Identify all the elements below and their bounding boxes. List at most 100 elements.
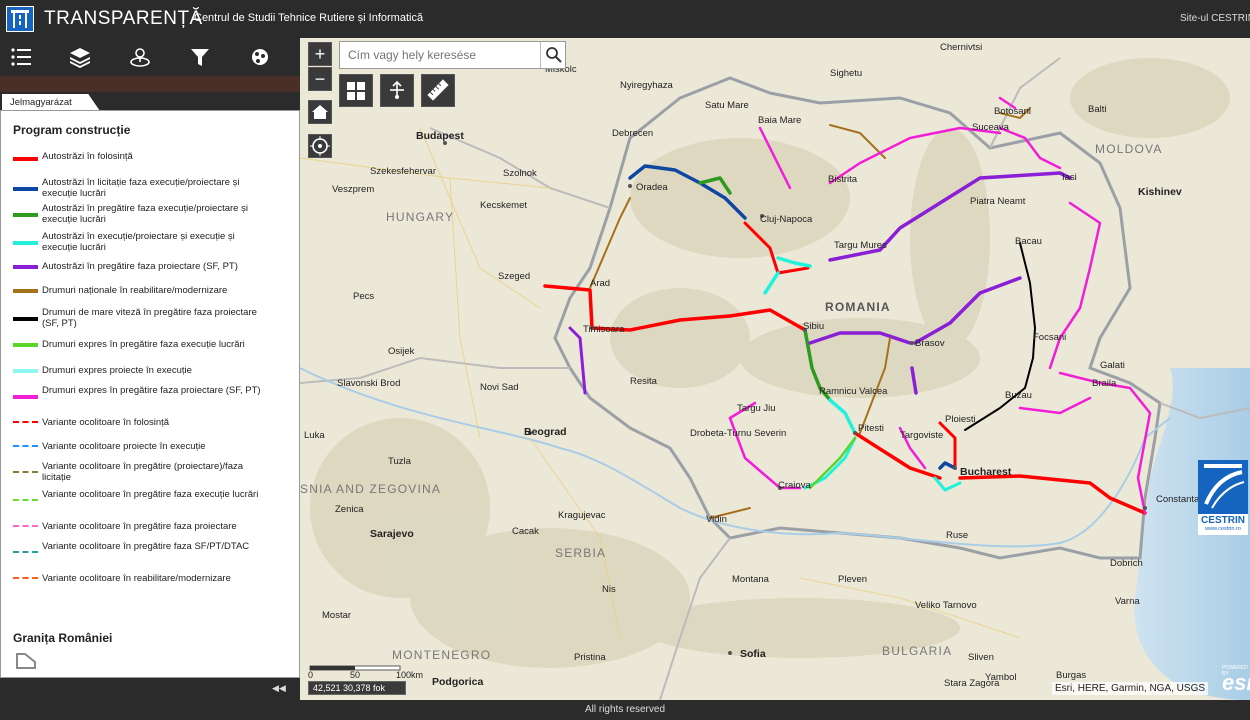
basemap-location-icon[interactable] xyxy=(126,44,154,70)
city-label: Budapest xyxy=(416,130,464,142)
side-panel: Jelmagyarázat Program construcție Autost… xyxy=(0,38,300,700)
search-input[interactable] xyxy=(340,42,540,68)
road-bucharest-south[interactable] xyxy=(933,476,962,492)
city-label: Suceava xyxy=(972,122,1009,133)
search-button[interactable] xyxy=(540,42,566,68)
city-label: Oradea xyxy=(636,182,668,193)
legend-swatch xyxy=(13,289,38,293)
city-label: Podgorica xyxy=(432,676,484,688)
city-label: Sighetu xyxy=(830,68,863,79)
home-button[interactable] xyxy=(308,100,332,124)
org-title: Centrul de Studii Tehnice Rutiere și Inf… xyxy=(194,12,424,24)
zoom-in-button[interactable]: + xyxy=(308,42,332,66)
panel-collapse-bar: ◀◀ xyxy=(0,678,300,700)
legend-list-icon[interactable] xyxy=(8,44,36,70)
country-label: ROMANIA xyxy=(825,300,891,314)
legend-label: Drumuri expres în pregătire faza proiect… xyxy=(42,385,261,396)
panel-divider xyxy=(0,76,300,92)
city-label: Cluj-Napoca xyxy=(760,214,813,225)
layers-icon[interactable] xyxy=(66,44,94,70)
city-label: Sarajevo xyxy=(370,528,414,540)
legend-swatch xyxy=(13,187,38,191)
site-link[interactable]: Site-ul CESTRIN xyxy=(1180,13,1250,24)
road-a1-valcea[interactable] xyxy=(828,398,857,435)
city-label: Cacak xyxy=(512,526,539,537)
legend-label: Drumuri naționale în reabilitare/moderni… xyxy=(42,285,228,296)
country-label: BULGARIA xyxy=(882,644,953,658)
road-dn-north[interactable] xyxy=(829,124,886,159)
legend-label: Variante ocolitoare în pregătire (proiec… xyxy=(42,461,244,483)
top-bar: TRANSPARENȚĂ Centrul de Studii Tehnice R… xyxy=(0,0,1250,38)
locate-icon xyxy=(310,136,330,156)
city-label: Kecskemet xyxy=(480,200,527,211)
city-label: Bucharest xyxy=(960,466,1012,478)
city-label: Tuzla xyxy=(388,456,411,467)
city-label: Balti xyxy=(1088,104,1107,115)
city-label: Targu Jiu xyxy=(737,403,776,414)
city-label: Varna xyxy=(1115,596,1140,607)
city-label: Focsani xyxy=(1033,332,1067,343)
city-label: Szekesfehervar xyxy=(370,166,437,177)
city-label: Targoviste xyxy=(900,430,944,441)
city-label: Craiova xyxy=(778,480,811,491)
city-label: Zenica xyxy=(335,504,364,515)
road-a3-mures[interactable] xyxy=(776,256,812,268)
legend-label: Autostrăzi în pregătire faza proiectare … xyxy=(42,261,238,272)
city-label: Buzau xyxy=(1005,390,1032,401)
legend-swatch xyxy=(13,551,38,553)
city-label: Slavonski Brod xyxy=(337,378,401,389)
legend-label: Variante ocolitoare în pregătire faza pr… xyxy=(42,521,237,532)
analysis-icon[interactable] xyxy=(246,44,274,70)
road-a11-west[interactable] xyxy=(568,326,587,395)
search-box xyxy=(339,41,566,69)
legend-label: Variante ocolitoare în folosință xyxy=(42,417,170,428)
road-craiova-pitesti[interactable] xyxy=(803,436,857,490)
city-label: Sibiu xyxy=(803,321,825,332)
road-bucharest-ring[interactable] xyxy=(938,461,957,470)
country-label: SERBIA xyxy=(555,546,607,560)
esri-logo[interactable]: esri xyxy=(1222,670,1250,696)
city-label: Brasov xyxy=(915,338,945,349)
legend-label: Autostrăzi în folosință xyxy=(42,151,133,162)
tab-legend[interactable]: Jelmagyarázat xyxy=(2,94,100,111)
map-view[interactable]: HUNGARY ROMANIA MOLDOVA SERBIA BULGARIA MONTE… xyxy=(300,38,1250,700)
collapse-icon[interactable]: ◀◀ xyxy=(272,683,286,694)
city-label: Pitesti xyxy=(858,423,884,434)
city-label: Nyiregyhaza xyxy=(620,80,673,91)
city-label: Drobeta-Turnu Severin xyxy=(690,428,787,439)
city-label: Montana xyxy=(732,574,769,585)
road-express-craiova[interactable] xyxy=(808,436,857,490)
city-label: Ramnicu Valcea xyxy=(819,386,888,397)
legend-body: Program construcție Autostrăzi în folosi… xyxy=(0,110,300,678)
road-express-dobrogea[interactable] xyxy=(1058,371,1152,515)
legend-swatch xyxy=(13,157,38,161)
city-label: Kishinev xyxy=(1138,186,1182,198)
scale-label-100: 100km xyxy=(396,670,424,680)
road-express-bacau[interactable] xyxy=(1048,201,1102,370)
cestrin-logo[interactable]: CESTRIN www.cestrin.ro xyxy=(1198,460,1248,535)
city-label: Osijek xyxy=(388,346,415,357)
legend-label: Variante ocolitoare proiecte în execuție xyxy=(42,441,206,452)
legend-title: Program construcție xyxy=(13,123,131,137)
locate-button[interactable] xyxy=(308,134,332,158)
city-label: Pleven xyxy=(838,574,868,585)
legend-swatch xyxy=(13,471,38,473)
city-label: Szolnok xyxy=(503,168,537,179)
legend-swatch xyxy=(13,577,38,579)
search-icon xyxy=(546,47,562,63)
basemap-gallery-button[interactable] xyxy=(339,74,373,107)
legend-swatch xyxy=(13,395,38,399)
measure-point-button[interactable] xyxy=(380,74,414,107)
coordinates-readout: 42,521 30,378 fok xyxy=(308,681,406,695)
legend-label: Variante ocolitoare în reabilitare/moder… xyxy=(42,573,231,584)
city-label: Targu Mures xyxy=(834,240,887,251)
filter-icon[interactable] xyxy=(186,44,214,70)
city-label: Constanta xyxy=(1156,494,1200,505)
road-a10[interactable] xyxy=(763,271,780,295)
city-label: Kragujevac xyxy=(558,510,606,521)
legend-swatch xyxy=(13,369,38,373)
country-label: HUNGARY xyxy=(386,210,455,224)
city-label: Sliven xyxy=(968,652,994,663)
ruler-button[interactable] xyxy=(421,74,455,107)
zoom-out-button[interactable]: − xyxy=(308,67,332,91)
